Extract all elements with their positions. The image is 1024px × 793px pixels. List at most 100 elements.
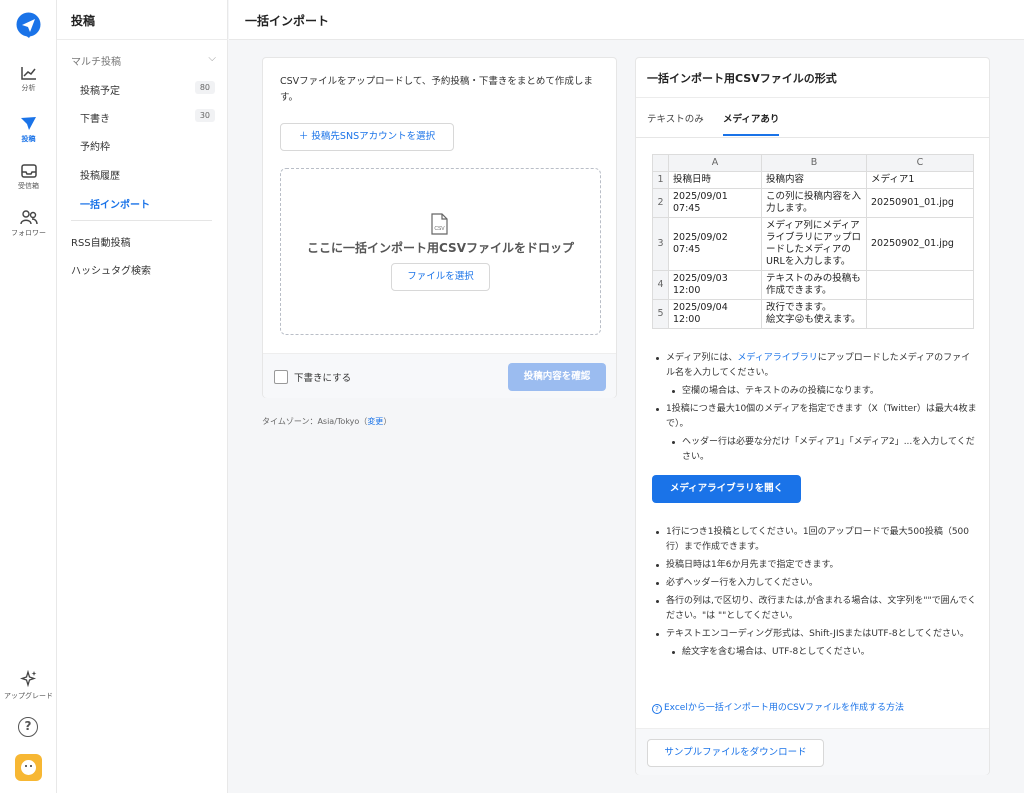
help-icon[interactable]: ? xyxy=(18,717,38,737)
column-header: B xyxy=(761,154,867,172)
rail-item-label: フォロワー xyxy=(11,229,46,237)
timezone-change-link[interactable]: 変更 xyxy=(367,417,383,426)
confirm-posts-button: 投稿内容を確認 xyxy=(508,363,606,391)
csv-example-table: A B C 1 投稿日時 投稿内容 メディア1 2 2025/09/01 07:… xyxy=(652,154,974,329)
subnav-item-hashtag[interactable]: ハッシュタグ検索 xyxy=(71,262,151,277)
table-cell: 2025/09/01 07:45 xyxy=(668,188,762,218)
rail-item-followers[interactable]: フォロワー xyxy=(0,210,57,238)
tab-text-only[interactable]: テキストのみ xyxy=(647,111,704,134)
csv-rules: 1行につき1投稿としてください。1回のアップロードで最大500投稿（500行）ま… xyxy=(652,525,977,663)
table-header-row: A B C xyxy=(652,154,974,172)
subnav-item-slots[interactable]: 予約枠 xyxy=(80,138,215,153)
question-circle-icon: ? xyxy=(652,704,662,714)
format-title: 一括インポート用CSVファイルの形式 xyxy=(647,72,837,85)
send-icon xyxy=(21,117,36,130)
chevron-down-icon: ⌵ xyxy=(208,53,216,64)
rail-item-label: 分析 xyxy=(21,84,36,92)
tab-with-media[interactable]: メディアあり xyxy=(723,111,780,136)
table-row: 4 2025/09/03 12:00 テキストのみの投稿も作成できます。 xyxy=(652,270,974,300)
table-cell: この列に投稿内容を入力します。 xyxy=(761,188,867,218)
rail-item-label: 投稿 xyxy=(21,135,36,143)
divider xyxy=(57,39,228,40)
sparkle-icon xyxy=(19,670,36,688)
avatar-face xyxy=(21,760,36,775)
subnav-item-rss[interactable]: RSS自動投稿 xyxy=(71,234,131,249)
followers-icon xyxy=(19,210,38,225)
table-row: 3 2025/09/02 07:45 メディア列にメディアライブラリにアップロー… xyxy=(652,217,974,271)
media-library-link[interactable]: メディアライブラリ xyxy=(737,353,817,363)
divider xyxy=(71,220,212,221)
page-title: 一括インポート xyxy=(245,14,330,28)
column-header: A xyxy=(668,154,762,172)
subnav-item-bulk-import[interactable]: 一括インポート xyxy=(80,196,215,211)
sub-navigation: 投稿 マルチ投稿 ⌵ 投稿予定 80 下書き 30 予約枠 投稿履歴 一括インポ… xyxy=(57,0,228,793)
table-cell: 投稿内容 xyxy=(761,171,867,189)
select-file-button[interactable]: ファイルを選択 xyxy=(391,263,490,291)
draft-checkbox[interactable] xyxy=(274,370,288,384)
drop-text: ここに一括インポート用CSVファイルをドロップ xyxy=(307,241,574,255)
rail-item-inbox[interactable]: 受信箱 xyxy=(0,164,57,191)
timezone-close: ） xyxy=(383,417,392,426)
table-row: 1 投稿日時 投稿内容 メディア1 xyxy=(652,171,974,189)
draft-checkbox-label[interactable]: 下書きにする xyxy=(294,370,351,384)
rail-item-label: 受信箱 xyxy=(18,182,39,190)
rail-item-posts[interactable]: 投稿 xyxy=(0,116,57,144)
open-media-library-button[interactable]: メディアライブラリを開く xyxy=(652,475,801,503)
excel-help-link[interactable]: ? Excelから一括インポート用のCSVファイルを作成する方法 xyxy=(652,700,904,714)
csv-dropzone[interactable]: CSV ここに一括インポート用CSVファイルをドロップ ファイルを選択 xyxy=(280,168,601,335)
subnav-title: 投稿 xyxy=(71,14,96,28)
format-footer: サンプルファイルをダウンロード xyxy=(636,728,989,775)
rail-item-upgrade[interactable]: アップグレード xyxy=(0,670,57,701)
excel-help-link-text: Excelから一括インポート用のCSVファイルを作成する方法 xyxy=(664,703,904,713)
table-cell: 2025/09/03 12:00 xyxy=(668,270,762,300)
subnav-item-history[interactable]: 投稿履歴 xyxy=(80,167,215,182)
timezone-text: タイムゾーン：Asia/Tokyo（ xyxy=(262,417,368,426)
select-sns-account-button[interactable]: ＋ 投稿先SNSアカウントを選択 xyxy=(280,123,454,151)
table-cell: 改行できます。 絵文字😜も使えます。 xyxy=(761,299,867,329)
csv-file-icon: CSV xyxy=(430,213,450,235)
table-cell: 2025/09/04 12:00 xyxy=(668,299,762,329)
cell-line: 絵文字😜も使えます。 xyxy=(766,314,861,325)
cell-line: 改行できます。 xyxy=(766,302,832,313)
table-cell: メディア1 xyxy=(866,171,974,189)
note-subitem: 空欄の場合は、テキストのみの投稿になります。 xyxy=(652,384,977,399)
count-badge: 30 xyxy=(194,109,215,122)
subnav-item-drafts[interactable]: 下書き 30 xyxy=(80,109,215,125)
subnav-item-label: 一括インポート xyxy=(80,200,150,211)
timezone-info: タイムゾーン：Asia/Tokyo（変更） xyxy=(262,416,391,427)
subnav-item-label: 投稿履歴 xyxy=(80,171,120,182)
row-number: 3 xyxy=(652,217,669,271)
note-text: メディア列には、 xyxy=(666,353,738,363)
table-cell xyxy=(866,299,974,329)
note-item: 必ずヘッダー行を入力してください。 xyxy=(652,576,977,591)
rail-item-label: アップグレード xyxy=(4,692,53,700)
icon-rail: 分析 投稿 受信箱 フォロワー アップグレード ? xyxy=(0,0,57,793)
note-item: 各行の列は,で区切り、改行または,が含まれる場合は、文字列を""で囲んでください… xyxy=(652,594,977,624)
csv-icon-text: CSV xyxy=(434,226,445,232)
column-header: C xyxy=(866,154,974,172)
table-cell: 20250902_01.jpg xyxy=(866,217,974,271)
format-card: 一括インポート用CSVファイルの形式 テキストのみ メディアあり A B C 1… xyxy=(635,57,990,775)
note-item: 1投稿につき最大10個のメディアを指定できます（X（Twitter）は最大4枚ま… xyxy=(652,402,977,432)
chart-icon xyxy=(20,67,36,80)
avatar[interactable] xyxy=(15,754,42,781)
download-sample-button[interactable]: サンプルファイルをダウンロード xyxy=(647,739,824,767)
note-item: 1行につき1投稿としてください。1回のアップロードで最大500投稿（500行）ま… xyxy=(652,525,977,555)
subnav-item-scheduled[interactable]: 投稿予定 80 xyxy=(80,81,215,97)
table-cell: 投稿日時 xyxy=(668,171,762,189)
app-logo-icon[interactable] xyxy=(15,12,42,39)
table-row: 5 2025/09/04 12:00 改行できます。 絵文字😜も使えます。 xyxy=(652,299,974,329)
table-cell: メディア列にメディアライブラリにアップロードしたメディアのURLを入力します。 xyxy=(761,217,867,271)
page-header: 一括インポート xyxy=(229,0,1024,40)
subnav-item-label: 投稿予定 xyxy=(80,86,120,97)
group-multi-post[interactable]: マルチ投稿 ⌵ xyxy=(71,53,216,68)
row-number: 4 xyxy=(652,270,669,300)
rail-item-analytics[interactable]: 分析 xyxy=(0,66,57,93)
row-number: 5 xyxy=(652,299,669,329)
note-subitem: 絵文字を含む場合は、UTF-8としてください。 xyxy=(652,645,977,660)
table-row: 2 2025/09/01 07:45 この列に投稿内容を入力します。 20250… xyxy=(652,188,974,218)
note-subitem: ヘッダー行は必要な分だけ「メディア1」「メディア2」...を入力してください。 xyxy=(652,435,977,465)
subnav-item-label: 下書き xyxy=(80,114,110,125)
corner-cell xyxy=(652,154,669,172)
note-item: メディア列には、メディアライブラリにアップロードしたメディアのファイル名を入力し… xyxy=(652,351,977,381)
